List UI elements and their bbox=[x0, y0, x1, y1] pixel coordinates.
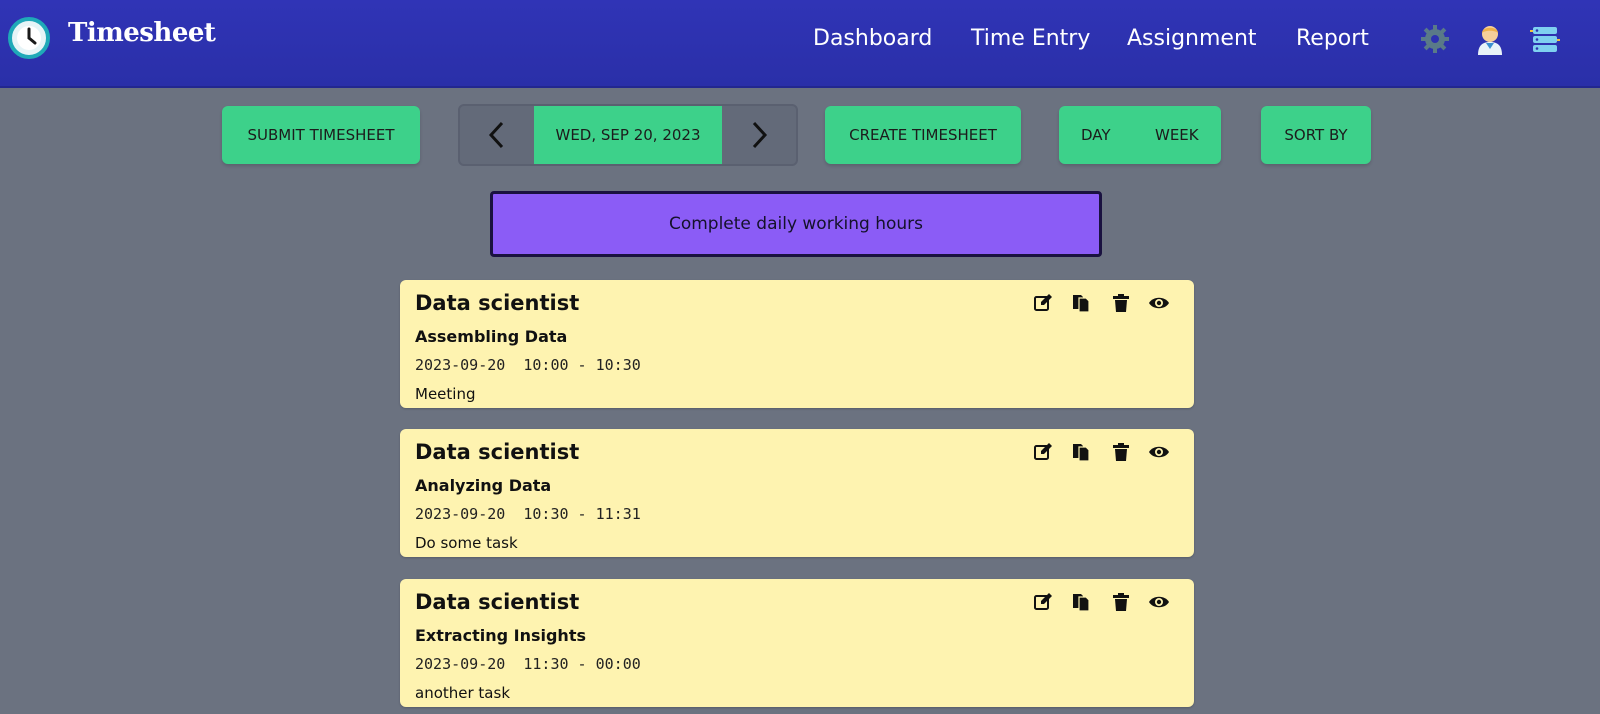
chevron-left-icon bbox=[488, 121, 504, 149]
view-eye-icon[interactable] bbox=[1148, 441, 1170, 463]
entry-note: Meeting bbox=[415, 385, 476, 403]
entry-task: Assembling Data bbox=[415, 327, 568, 346]
day-view-button[interactable]: DAY bbox=[1081, 106, 1111, 164]
submit-timesheet-button[interactable]: SUBMIT TIMESHEET bbox=[222, 106, 420, 164]
entry-actions bbox=[1032, 441, 1172, 463]
chevron-right-icon bbox=[752, 121, 768, 149]
entry-note: another task bbox=[415, 684, 511, 702]
timesheet-entry-card: Data scientist Extracting Insights 2023-… bbox=[400, 579, 1194, 707]
sort-by-button[interactable]: SORT BY bbox=[1261, 106, 1371, 164]
copy-icon[interactable] bbox=[1070, 292, 1092, 314]
current-date-label[interactable]: WED, SEP 20, 2023 bbox=[534, 106, 722, 164]
entry-date: 2023-09-20 bbox=[415, 356, 506, 374]
entry-time-range: 11:30 - 00:00 bbox=[523, 655, 641, 673]
entry-note: Do some task bbox=[415, 534, 518, 552]
edit-icon[interactable] bbox=[1032, 591, 1054, 613]
nav-dashboard[interactable]: Dashboard bbox=[813, 26, 932, 51]
edit-icon[interactable] bbox=[1032, 441, 1054, 463]
database-icon[interactable] bbox=[1528, 22, 1562, 56]
view-toggle: DAY WEEK bbox=[1059, 106, 1221, 164]
entry-time-range: 10:30 - 11:31 bbox=[523, 505, 641, 523]
previous-day-button[interactable] bbox=[460, 106, 534, 164]
nav-assignment[interactable]: Assignment bbox=[1127, 26, 1257, 51]
entry-role: Data scientist bbox=[415, 590, 580, 614]
date-navigator: WED, SEP 20, 2023 bbox=[458, 104, 798, 166]
copy-icon[interactable] bbox=[1070, 441, 1092, 463]
settings-icon[interactable] bbox=[1418, 22, 1452, 56]
top-navbar: Timesheet Dashboard Time Entry Assignmen… bbox=[0, 0, 1600, 88]
entry-actions bbox=[1032, 292, 1172, 314]
next-day-button[interactable] bbox=[722, 106, 796, 164]
entry-datetime: 2023-09-20 11:30 - 00:00 bbox=[415, 655, 641, 673]
entry-datetime: 2023-09-20 10:30 - 11:31 bbox=[415, 505, 641, 523]
timesheet-entry-card: Data scientist Analyzing Data 2023-09-20… bbox=[400, 429, 1194, 557]
entry-datetime: 2023-09-20 10:00 - 10:30 bbox=[415, 356, 641, 374]
view-eye-icon[interactable] bbox=[1148, 591, 1170, 613]
copy-icon[interactable] bbox=[1070, 591, 1092, 613]
trash-icon[interactable] bbox=[1110, 591, 1132, 613]
entry-time-range: 10:00 - 10:30 bbox=[523, 356, 641, 374]
entry-date: 2023-09-20 bbox=[415, 655, 506, 673]
daily-hours-banner: Complete daily working hours bbox=[490, 191, 1102, 257]
user-avatar-icon[interactable] bbox=[1473, 22, 1507, 56]
timesheet-entry-card: Data scientist Assembling Data 2023-09-2… bbox=[400, 280, 1194, 408]
app-title[interactable]: Timesheet bbox=[68, 18, 216, 48]
week-view-button[interactable]: WEEK bbox=[1155, 106, 1199, 164]
trash-icon[interactable] bbox=[1110, 292, 1132, 314]
entry-actions bbox=[1032, 591, 1172, 613]
entry-role: Data scientist bbox=[415, 440, 580, 464]
entry-role: Data scientist bbox=[415, 291, 580, 315]
nav-time-entry[interactable]: Time Entry bbox=[971, 26, 1090, 51]
clock-logo-icon[interactable] bbox=[8, 17, 50, 59]
create-timesheet-button[interactable]: CREATE TIMESHEET bbox=[825, 106, 1021, 164]
nav-report[interactable]: Report bbox=[1296, 26, 1369, 51]
trash-icon[interactable] bbox=[1110, 441, 1132, 463]
entry-task: Analyzing Data bbox=[415, 476, 552, 495]
entry-task: Extracting Insights bbox=[415, 626, 586, 645]
edit-icon[interactable] bbox=[1032, 292, 1054, 314]
entry-date: 2023-09-20 bbox=[415, 505, 506, 523]
view-eye-icon[interactable] bbox=[1148, 292, 1170, 314]
